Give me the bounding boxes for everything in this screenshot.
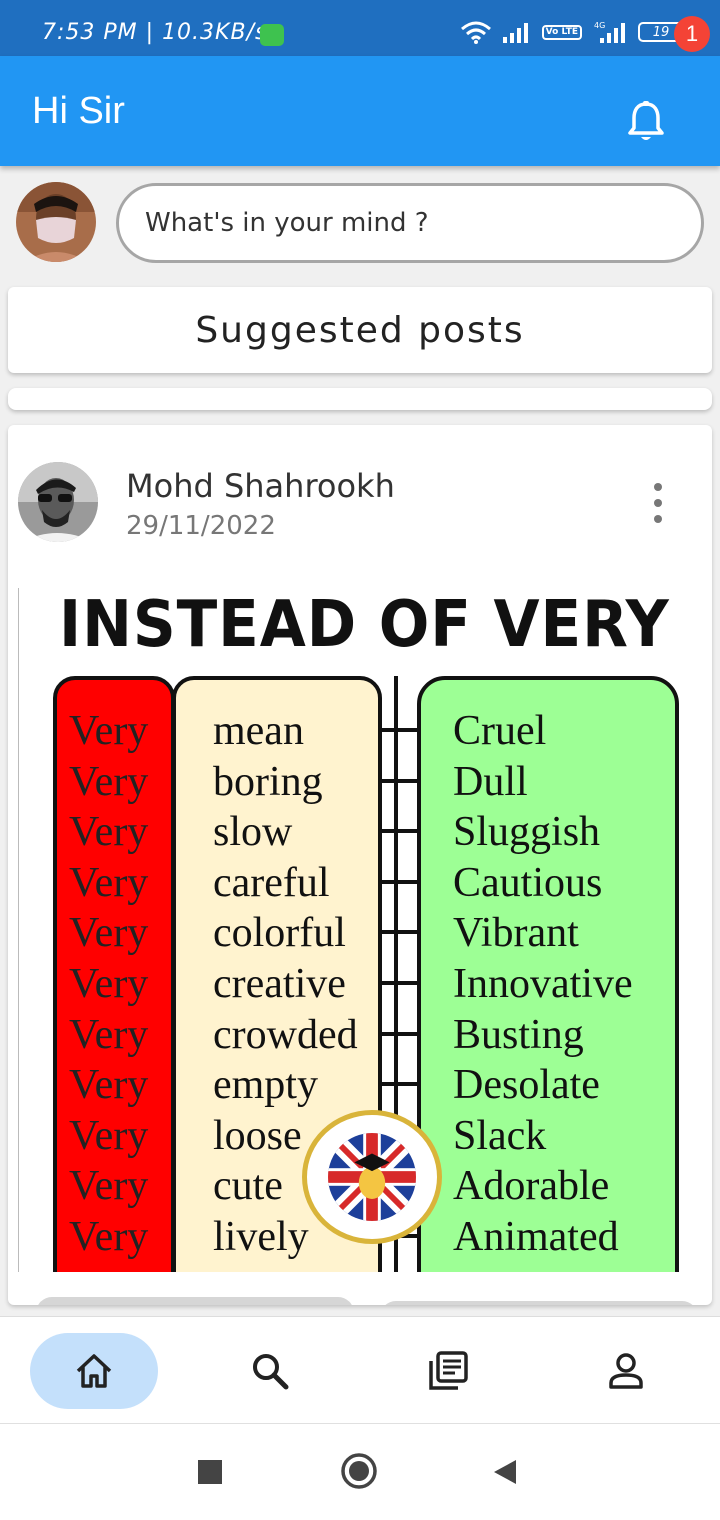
synonym-word: Innovative <box>453 961 633 1007</box>
post-image[interactable]: INSTEAD OF VERY Very mean Cruel Very boring D… <box>18 588 680 1272</box>
suggested-posts-label: Suggested posts <box>195 309 525 351</box>
very-word: Very <box>69 1062 149 1109</box>
status-time: 7:53 PM | 10.3KB/s <box>42 20 268 45</box>
adjective-word: creative <box>213 961 346 1007</box>
home-circle-icon[interactable] <box>340 1452 378 1490</box>
page-title: Hi Sir <box>32 90 125 132</box>
synonym-word: Slack <box>453 1112 547 1159</box>
image-heading: INSTEAD OF VERY <box>59 588 670 662</box>
very-word: Very <box>69 1112 149 1159</box>
ladder-rung <box>382 981 417 985</box>
synonym-word: Adorable <box>453 1163 610 1210</box>
status-bar: 7:53 PM | 10.3KB/s Vo LTE 4G 19 <box>0 0 720 56</box>
nav-home[interactable] <box>30 1333 158 1409</box>
adjective-word: lively <box>213 1214 309 1260</box>
notification-app-icon <box>260 24 284 46</box>
bell-icon[interactable] <box>626 100 666 144</box>
ladder-rung <box>382 1031 417 1036</box>
very-word: Very <box>69 1214 149 1260</box>
ladder-rung <box>382 728 417 732</box>
adjective-word: loose <box>213 1112 302 1159</box>
post-card: Mohd Shahrookh 29/11/2022 INSTEAD OF VER… <box>8 425 712 1305</box>
synonym-word: Sluggish <box>453 809 601 856</box>
bottom-navigation <box>0 1316 720 1424</box>
wifi-icon <box>460 21 491 44</box>
post-composer-input[interactable] <box>116 183 704 263</box>
synonym-word: Desolate <box>453 1062 600 1109</box>
adjective-word: careful <box>213 859 330 906</box>
profile-icon <box>609 1353 643 1389</box>
post-author[interactable]: Mohd Shahrookh <box>126 467 395 505</box>
search-icon <box>253 1354 289 1390</box>
recents-icon[interactable] <box>198 1460 222 1484</box>
synonym-word: Cautious <box>453 859 603 906</box>
synonym-word: Cruel <box>453 708 547 754</box>
author-avatar[interactable] <box>18 462 98 542</box>
very-word: Very <box>69 758 149 805</box>
very-word: Very <box>69 1163 149 1210</box>
suggested-posts-header[interactable]: Suggested posts <box>8 287 712 373</box>
system-navigation <box>0 1424 720 1520</box>
ladder-rung <box>382 778 417 783</box>
adjective-word: boring <box>213 758 323 805</box>
synonym-word: Animated <box>453 1214 619 1260</box>
ladder-rung <box>382 1082 417 1087</box>
ladder-rung <box>382 930 417 935</box>
adjective-word: colorful <box>213 910 346 957</box>
very-word: Very <box>69 910 149 957</box>
back-icon[interactable] <box>492 1458 518 1486</box>
home-icon <box>76 1354 112 1388</box>
ladder-rung <box>382 829 417 834</box>
synonym-word: Dull <box>453 758 528 805</box>
synonym-word: Vibrant <box>453 910 579 957</box>
adjective-word: crowded <box>213 1011 358 1058</box>
nav-profile[interactable] <box>562 1333 690 1409</box>
adjective-word: cute <box>213 1163 283 1210</box>
ladder-rung <box>382 879 417 884</box>
very-word: Very <box>69 1011 149 1058</box>
empty-card <box>8 388 712 410</box>
adjective-word: slow <box>213 809 293 856</box>
adjective-word: empty <box>213 1062 318 1109</box>
status-icons: Vo LTE 4G 19 <box>460 20 688 44</box>
news-icon <box>429 1351 468 1390</box>
avatar[interactable] <box>16 182 96 262</box>
uk-flag-icon <box>328 1133 416 1221</box>
like-button[interactable] <box>36 1297 354 1305</box>
very-word: Very <box>69 859 149 906</box>
adjective-word: mean <box>213 708 304 754</box>
signal-icon <box>502 23 528 43</box>
notification-badge: 1 <box>674 16 710 52</box>
more-options-icon[interactable] <box>648 483 668 523</box>
post-date: 29/11/2022 <box>126 511 276 541</box>
app-bar: Hi Sir <box>0 56 720 166</box>
synonym-word: Busting <box>453 1011 584 1058</box>
volte-icon: Vo LTE <box>541 24 582 40</box>
nav-search[interactable] <box>206 1333 334 1409</box>
watermark-logo <box>302 1110 442 1244</box>
comment-button[interactable] <box>380 1301 698 1305</box>
nav-news[interactable] <box>384 1333 512 1409</box>
very-word: Very <box>69 708 149 754</box>
very-word: Very <box>69 961 149 1007</box>
signal-4g-icon: 4G <box>594 21 625 43</box>
very-word: Very <box>69 809 149 856</box>
svg-text:4G: 4G <box>594 21 605 30</box>
